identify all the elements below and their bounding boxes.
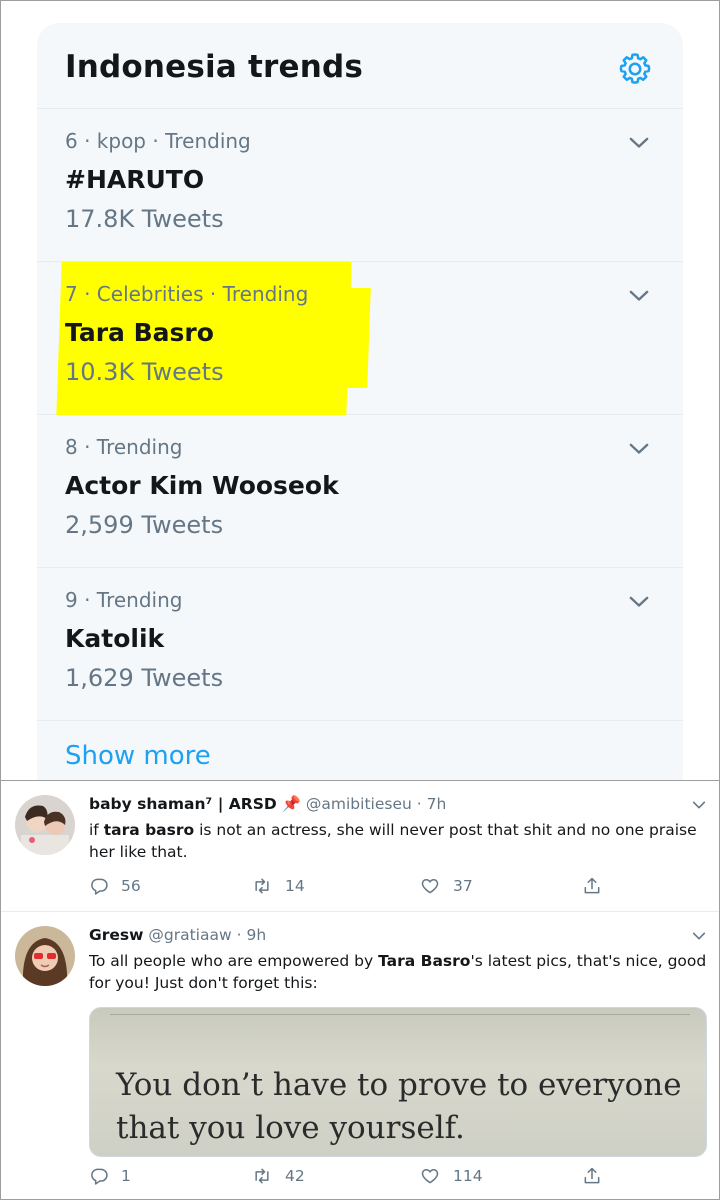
tweet-timestamp[interactable]: 7h xyxy=(427,795,447,813)
tweet[interactable]: baby shaman⁷ | ARSD 📌 @amibitieseu · 7h … xyxy=(1,781,719,912)
display-name[interactable]: baby shaman⁷ | ARSD xyxy=(89,795,277,813)
trend-name: Katolik xyxy=(65,624,165,653)
tweet-text: To all people who are empowered by Tara … xyxy=(89,950,709,994)
trend-count: 1,629 Tweets xyxy=(65,664,224,692)
reply-icon xyxy=(91,878,108,895)
trend-count: 17.8K Tweets xyxy=(65,205,224,233)
user-handle[interactable]: @gratiaaw xyxy=(148,926,231,944)
tweet-image[interactable]: You don’t have to prove to everyone that… xyxy=(89,1007,707,1157)
avatar-photo xyxy=(15,795,75,855)
tweet-text: if tara basro is not an actress, she wil… xyxy=(89,819,709,863)
heart-icon xyxy=(421,879,439,894)
like-count: 114 xyxy=(453,1167,483,1185)
trends-screenshot: Indonesia trends 6 · kpop · Trending #HA… xyxy=(0,0,720,781)
like-button[interactable]: 37 xyxy=(419,876,473,896)
tweet-header: baby shaman⁷ | ARSD 📌 @amibitieseu · 7h xyxy=(89,795,446,813)
trend-meta: 8 · Trending xyxy=(65,435,183,459)
avatar[interactable] xyxy=(15,926,75,986)
trend-meta: 6 · kpop · Trending xyxy=(65,129,251,153)
avatar-photo xyxy=(15,926,75,986)
reply-button[interactable]: 1 xyxy=(89,1166,131,1186)
retweet-count: 14 xyxy=(285,877,305,895)
chevron-down-icon[interactable] xyxy=(691,797,707,813)
trends-card: Indonesia trends 6 · kpop · Trending #HA… xyxy=(37,23,683,780)
separator-dot: · xyxy=(416,795,422,813)
like-count: 37 xyxy=(453,877,473,895)
tweet-timestamp[interactable]: 9h xyxy=(246,926,266,944)
image-quote-line: that you love yourself. xyxy=(116,1110,465,1146)
chevron-down-icon[interactable] xyxy=(625,282,653,310)
trend-item[interactable]: 6 · kpop · Trending #HARUTO 17.8K Tweets xyxy=(37,109,683,262)
trend-meta: 7 · Celebrities · Trending xyxy=(65,282,309,306)
like-button[interactable]: 114 xyxy=(419,1166,483,1186)
share-button[interactable] xyxy=(581,1166,615,1186)
tweet-actions: 1 42 114 xyxy=(89,1166,629,1190)
separator-dot: · xyxy=(236,926,242,944)
settings-button[interactable] xyxy=(615,49,655,89)
trend-name: #HARUTO xyxy=(65,165,205,194)
trend-name: Tara Basro xyxy=(65,318,214,347)
trend-item[interactable]: 7 · Celebrities · Trending Tara Basro 10… xyxy=(37,262,683,415)
retweet-count: 42 xyxy=(285,1167,305,1185)
chevron-down-icon[interactable] xyxy=(691,928,707,944)
tweets-screenshot: baby shaman⁷ | ARSD 📌 @amibitieseu · 7h … xyxy=(0,781,720,1200)
paper-edge xyxy=(110,1014,690,1024)
trends-header: Indonesia trends xyxy=(37,23,683,109)
chevron-down-icon[interactable] xyxy=(625,435,653,463)
heart-icon xyxy=(421,1169,439,1184)
image-quote-line: You don’t have to prove to everyone xyxy=(116,1067,682,1103)
share-button[interactable] xyxy=(581,876,615,896)
trend-count: 10.3K Tweets xyxy=(65,358,224,386)
user-handle[interactable]: @amibitieseu xyxy=(306,795,412,813)
trend-item[interactable]: 8 · Trending Actor Kim Wooseok 2,599 Twe… xyxy=(37,415,683,568)
reply-count: 1 xyxy=(121,1167,131,1185)
retweet-icon xyxy=(255,878,269,894)
gear-icon xyxy=(619,53,651,84)
chevron-down-icon[interactable] xyxy=(625,129,653,157)
tweet-actions: 56 14 37 xyxy=(89,876,629,900)
tweet-text-bold: Tara Basro xyxy=(378,952,471,970)
reply-count: 56 xyxy=(121,877,141,895)
trend-count: 2,599 Tweets xyxy=(65,511,224,539)
tweet-text-part: if xyxy=(89,821,104,839)
tweet-header: Gresw @gratiaaw · 9h xyxy=(89,926,266,944)
share-icon xyxy=(584,877,600,894)
tweet-text-part: To all people who are empowered by xyxy=(89,952,379,970)
reply-button[interactable]: 56 xyxy=(89,876,141,896)
avatar[interactable] xyxy=(15,795,75,855)
image-quote: You don’t have to prove to everyone that… xyxy=(116,1064,682,1150)
retweet-button[interactable]: 14 xyxy=(251,876,305,896)
tweet-text-bold: tara basro xyxy=(103,821,195,839)
chevron-down-icon[interactable] xyxy=(625,588,653,616)
retweet-icon xyxy=(255,1168,269,1184)
pushpin-icon: 📌 xyxy=(281,795,301,813)
trend-name: Actor Kim Wooseok xyxy=(65,471,339,500)
trend-meta: 9 · Trending xyxy=(65,588,183,612)
reply-icon xyxy=(91,1168,108,1185)
show-more-link[interactable]: Show more xyxy=(65,741,211,771)
display-name[interactable]: Gresw xyxy=(89,926,143,944)
share-icon xyxy=(584,1167,600,1184)
retweet-button[interactable]: 42 xyxy=(251,1166,305,1186)
trends-title: Indonesia trends xyxy=(65,49,364,85)
trend-item[interactable]: 9 · Trending Katolik 1,629 Tweets xyxy=(37,568,683,721)
